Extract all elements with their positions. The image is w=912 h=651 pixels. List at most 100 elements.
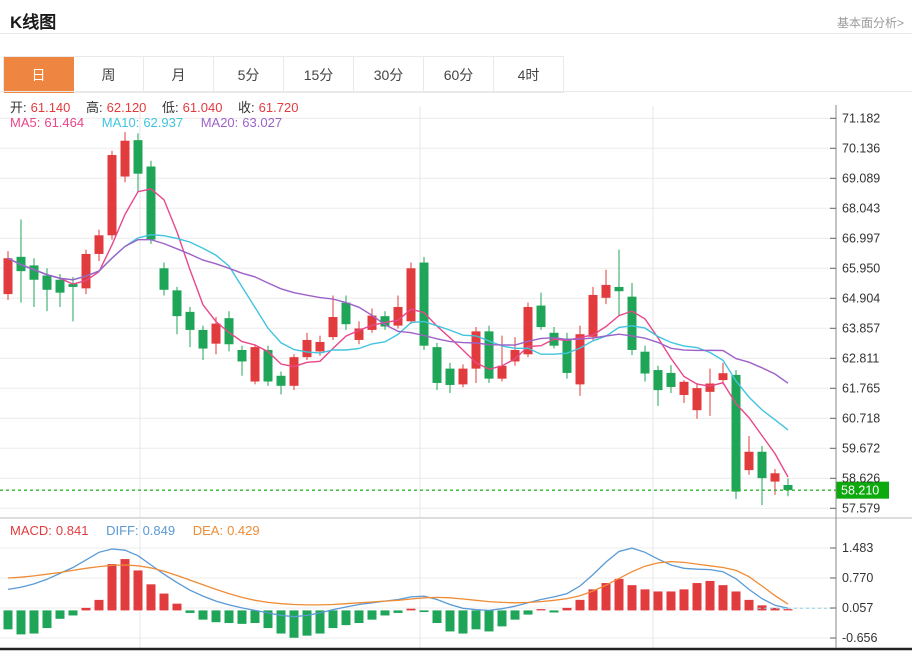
macd-hist-bar <box>654 591 663 610</box>
dea-value: 0.429 <box>227 523 260 538</box>
open-label: 开: <box>10 100 27 115</box>
price-axis-label: 69.089 <box>842 171 880 185</box>
candle-body <box>95 235 104 254</box>
macd-hist-bar <box>251 610 260 623</box>
candle-body <box>537 306 546 328</box>
price-axis-label: 58.626 <box>842 471 880 485</box>
open-value: 61.140 <box>31 100 71 115</box>
candle-body <box>108 155 117 235</box>
candle-body <box>342 303 351 325</box>
candle-body <box>615 287 624 291</box>
high-value: 62.120 <box>107 100 147 115</box>
dea-label: DEA: <box>193 523 223 538</box>
current-price-badge-text: 58.210 <box>841 484 879 498</box>
diff-value: 0.849 <box>143 523 176 538</box>
macd-hist-bar <box>576 600 585 611</box>
candle-body <box>173 290 182 316</box>
ma20-value: 63.027 <box>242 115 282 130</box>
macd-hist-bar <box>30 610 39 633</box>
candle-body <box>147 167 156 240</box>
macd-hist-bar <box>186 610 195 613</box>
macd-hist-bar <box>82 608 91 611</box>
macd-hist-bar <box>342 610 351 625</box>
price-axis-label: 65.950 <box>842 261 880 275</box>
macd-hist-bar <box>485 610 494 631</box>
macd-label: MACD: <box>10 523 52 538</box>
macd-hist-bar <box>225 610 234 623</box>
price-axis-label: 64.904 <box>842 291 880 305</box>
ohlc-readout: 开:61.140 高:62.120 低:61.040 收:61.720 <box>10 97 302 116</box>
price-axis-label: 57.579 <box>842 501 880 515</box>
macd-hist-bar <box>784 609 793 610</box>
candle-body <box>771 473 780 481</box>
macd-hist-bar <box>394 610 403 613</box>
macd-hist-bar <box>381 610 390 615</box>
macd-hist-bar <box>355 610 364 623</box>
macd-value: 0.841 <box>56 523 89 538</box>
macd-hist-bar <box>472 610 481 629</box>
price-axis-label: 71.182 <box>842 111 880 125</box>
candle-body <box>563 339 572 373</box>
candle-body <box>303 340 312 357</box>
macd-hist-bar <box>446 610 455 631</box>
price-axis-label: 61.765 <box>842 381 880 395</box>
ma5-line <box>8 189 788 477</box>
candle-body <box>290 357 299 386</box>
ma10-label: MA10: <box>102 115 140 130</box>
macd-hist-bar <box>56 610 65 618</box>
macd-axis-label: 0.770 <box>842 571 873 585</box>
high-label: 高: <box>86 100 103 115</box>
macd-hist-bar <box>693 583 702 610</box>
macd-hist-bar <box>615 579 624 611</box>
candle-body <box>43 275 52 289</box>
diff-label: DIFF: <box>106 523 139 538</box>
macd-hist-bar <box>680 589 689 610</box>
candle-body <box>82 254 91 288</box>
macd-hist-bar <box>459 610 468 633</box>
candle-body <box>680 382 689 395</box>
macd-hist-bar <box>628 585 637 610</box>
macd-hist-bar <box>420 610 429 612</box>
ma10-value: 62.937 <box>143 115 183 130</box>
low-value: 61.040 <box>183 100 223 115</box>
macd-axis-label: 0.057 <box>842 601 873 615</box>
macd-readout: MACD: 0.841 DIFF: 0.849 DEA: 0.429 <box>10 523 264 538</box>
candle-body <box>459 369 468 385</box>
candle-body <box>667 373 676 387</box>
price-axis-label: 66.997 <box>842 231 880 245</box>
candle-body <box>446 369 455 385</box>
candle-body <box>433 347 442 383</box>
candle-body <box>225 318 234 344</box>
macd-hist-bar <box>745 600 754 611</box>
macd-hist-bar <box>95 600 104 611</box>
close-value: 61.720 <box>259 100 299 115</box>
macd-hist-bar <box>108 564 117 610</box>
candle-body <box>628 297 637 350</box>
ma20-label: MA20: <box>201 115 239 130</box>
macd-hist-bar <box>69 610 78 615</box>
macd-hist-bar <box>498 610 507 626</box>
candle-body <box>316 342 325 351</box>
candle-body <box>56 280 65 293</box>
candle-body <box>745 452 754 470</box>
close-label: 收: <box>238 100 255 115</box>
price-axis-label: 59.672 <box>842 441 880 455</box>
candle-body <box>602 285 611 298</box>
macd-hist-bar <box>121 559 130 610</box>
candle-body <box>784 485 793 490</box>
candle-body <box>212 324 221 344</box>
ma5-value: 61.464 <box>44 115 84 130</box>
candle-body <box>277 376 286 386</box>
candle-body <box>121 141 130 177</box>
candle-body <box>719 373 728 380</box>
macd-hist-bar <box>641 589 650 610</box>
macd-hist-bar <box>537 609 546 610</box>
candle-body <box>576 334 585 384</box>
macd-hist-bar <box>199 610 208 619</box>
candle-body <box>654 370 663 390</box>
candle-body <box>30 265 39 279</box>
macd-hist-bar <box>563 608 572 611</box>
candle-body <box>251 347 260 381</box>
macd-hist-bar <box>368 610 377 619</box>
ma-readout: MA5:61.464 MA10:62.937 MA20:63.027 <box>10 115 286 130</box>
